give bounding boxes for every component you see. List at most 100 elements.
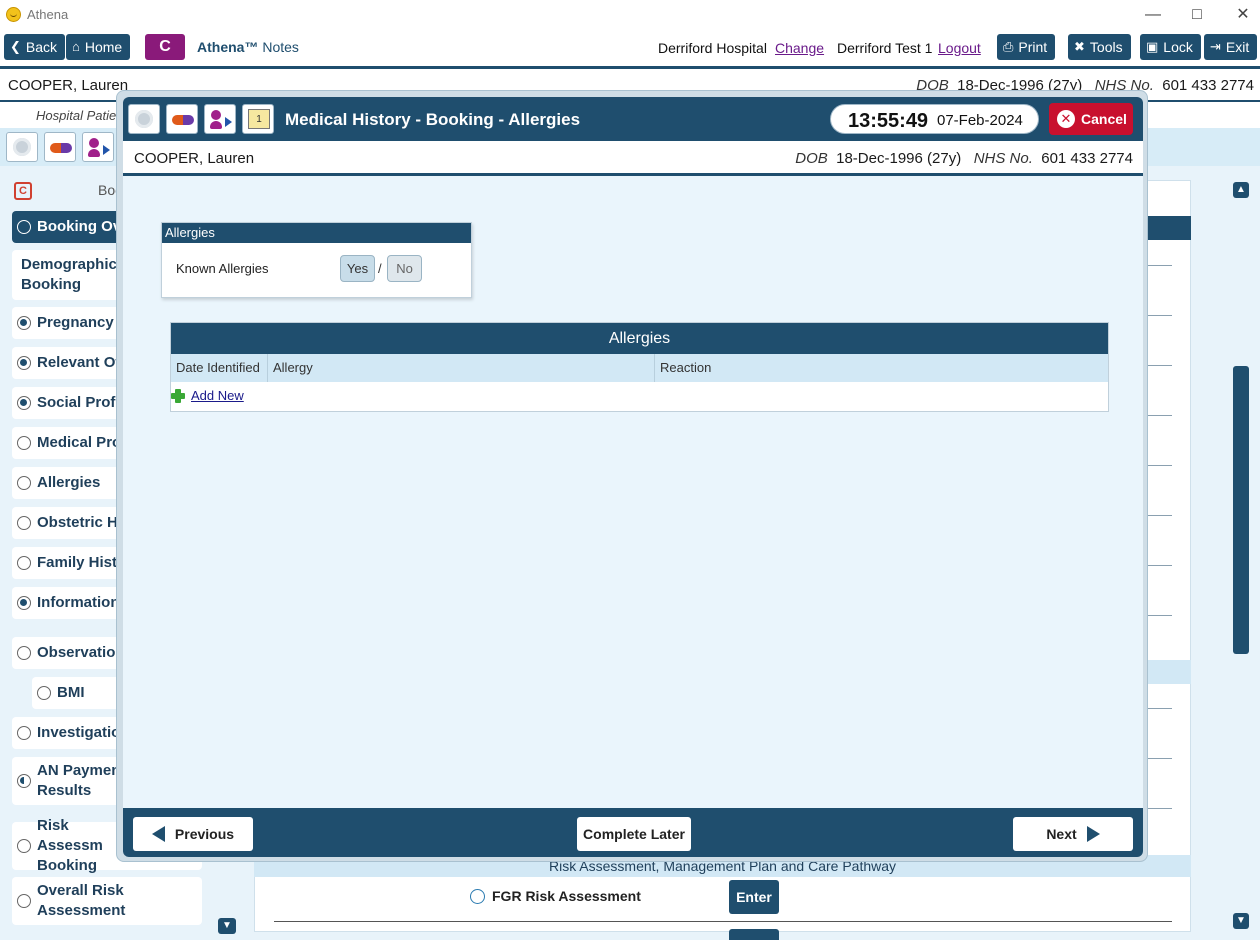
nav-item-label: Pregnancy P (37, 314, 128, 331)
nhs-value: 601 433 2774 (1162, 77, 1254, 94)
known-allergies-box: Allergies Known Allergies Yes / No (161, 222, 472, 298)
exit-button[interactable]: ⇥ Exit (1204, 34, 1258, 60)
status-radio-icon (17, 356, 31, 370)
fgr-risk-assessment-row[interactable]: FGR Risk Assessment (470, 888, 641, 904)
arrow-left-icon (151, 826, 165, 842)
window-titlebar: Athena — □ ✕ (0, 0, 1260, 30)
previous-button[interactable]: Previous (133, 817, 253, 851)
nhs-label: NHS No. (973, 150, 1033, 167)
nav-item-label: AN Payment Results (37, 762, 126, 799)
tools-icon: ✖ (1074, 39, 1085, 54)
home-icon: ⌂ (72, 39, 80, 54)
fgr-enter-button[interactable]: Enter (729, 880, 779, 914)
hospital-name: Derriford Hospital (658, 40, 767, 56)
play-arrow-icon (103, 145, 110, 155)
fgr-label: FGR Risk Assessment (492, 888, 641, 904)
patient-identifiers: DOB 18-Dec-1996 (27y) NHS No. 601 433 27… (795, 150, 1133, 167)
next-label: Next (1046, 826, 1077, 842)
column-date-identified: Date Identified (171, 354, 268, 382)
back-label: Back (25, 39, 58, 55)
status-radio-icon (17, 436, 31, 450)
logout-link[interactable]: Logout (938, 40, 981, 56)
status-radio-icon (17, 476, 31, 490)
home-label: Home (84, 39, 123, 55)
allergies-modal-body: 1 Medical History - Booking - Allergies … (123, 97, 1143, 857)
arrow-right-icon (1086, 826, 1100, 842)
status-radio-icon (17, 556, 31, 570)
nhs-value: 601 433 2774 (1041, 150, 1133, 167)
window-title: Athena (27, 7, 69, 22)
nav-item-overall-risk-assessment[interactable]: Overall Risk Assessment (12, 877, 202, 925)
nav-item-label: Obstetric Hi (37, 514, 123, 531)
complete-later-button[interactable]: Complete Later (577, 817, 691, 851)
nav-item-label: Information (37, 594, 120, 611)
pill-icon (50, 143, 72, 153)
status-radio-icon (37, 686, 51, 700)
nav-item-label: Allergies (37, 474, 101, 491)
pill-icon (172, 115, 194, 125)
modal-calendar-button[interactable]: 1 (242, 104, 274, 134)
next-button[interactable]: Next (1013, 817, 1133, 851)
known-allergies-no-button[interactable]: No (387, 255, 422, 282)
modal-header: 1 Medical History - Booking - Allergies … (123, 97, 1143, 141)
scroll-up-button[interactable]: ▲ (1233, 182, 1249, 198)
allergies-table-title: Allergies (171, 323, 1108, 354)
print-button[interactable]: ⎙ Print (997, 34, 1056, 60)
plus-icon (171, 388, 185, 403)
column-reaction: Reaction (660, 360, 712, 375)
next-enter-button[interactable] (729, 929, 779, 940)
maximize-icon[interactable]: □ (1185, 4, 1209, 26)
medications-button[interactable] (44, 132, 76, 162)
known-allergies-label: Known Allergies (176, 261, 269, 276)
pathway-button[interactable] (82, 132, 114, 162)
status-radio-icon (17, 894, 31, 908)
previous-label: Previous (174, 826, 235, 842)
close-window-icon[interactable]: ✕ (1231, 4, 1255, 26)
athena-logo-icon (6, 7, 21, 22)
c-button[interactable]: C (145, 34, 185, 60)
tools-button[interactable]: ✖ Tools (1068, 34, 1131, 60)
change-hospital-link[interactable]: Change (775, 40, 824, 56)
person-icon (88, 138, 100, 157)
printer-icon: ⎙ (1003, 39, 1014, 54)
print-label: Print (1018, 39, 1048, 55)
alerts-button[interactable] (6, 132, 38, 162)
left-scroll-down-button[interactable]: ▼ (218, 918, 236, 934)
yes-no-separator: / (378, 261, 382, 276)
app-name-brand: Athena™ (197, 39, 259, 55)
patient-name: COOPER, Lauren (8, 77, 129, 94)
nav-item-label: BMI (57, 684, 85, 701)
add-new-link[interactable]: Add New (191, 388, 244, 403)
current-date: 07-Feb-2024 (937, 112, 1023, 129)
status-radio-icon (17, 774, 31, 788)
nav-item-label: Observation (37, 644, 125, 661)
nav-item-label: Social Profil (37, 394, 124, 411)
gear-icon (135, 110, 153, 128)
scrollbar-thumb[interactable] (1233, 366, 1249, 654)
minimize-icon[interactable]: — (1141, 4, 1165, 26)
allergies-table-header-row: Date Identified Allergy Reaction (171, 354, 1108, 382)
patient-name: COOPER, Lauren (134, 150, 255, 167)
hospital-patient-text: Hospital Patie (36, 108, 117, 123)
modal-pathway-button[interactable] (204, 104, 236, 134)
modal-alerts-button[interactable] (128, 104, 160, 134)
back-button[interactable]: ❮ Back (4, 34, 66, 60)
nav-item-label: Overall Risk Assessment (37, 882, 126, 919)
modal-medications-button[interactable] (166, 104, 198, 134)
status-radio-icon (470, 888, 485, 904)
known-allergies-header: Allergies (162, 223, 471, 243)
cancel-label: Cancel (1081, 111, 1127, 127)
app-name-sub: Notes (262, 39, 299, 55)
current-time: 13:55:49 (848, 110, 929, 132)
lock-button[interactable]: ▣ Lock (1140, 34, 1201, 60)
tools-label: Tools (1089, 39, 1123, 55)
add-new-allergy[interactable]: Add New (171, 388, 244, 403)
modal-footer: Previous Complete Later Next (123, 808, 1143, 857)
bg-row-divider (274, 921, 1172, 922)
home-button[interactable]: ⌂ Home (66, 34, 131, 60)
scroll-down-button[interactable]: ▼ (1233, 913, 1249, 929)
gear-icon (13, 138, 31, 156)
cancel-button[interactable]: ✕ Cancel (1049, 103, 1133, 135)
allergies-modal: 1 Medical History - Booking - Allergies … (116, 90, 1148, 862)
known-allergies-yes-button[interactable]: Yes (340, 255, 375, 282)
